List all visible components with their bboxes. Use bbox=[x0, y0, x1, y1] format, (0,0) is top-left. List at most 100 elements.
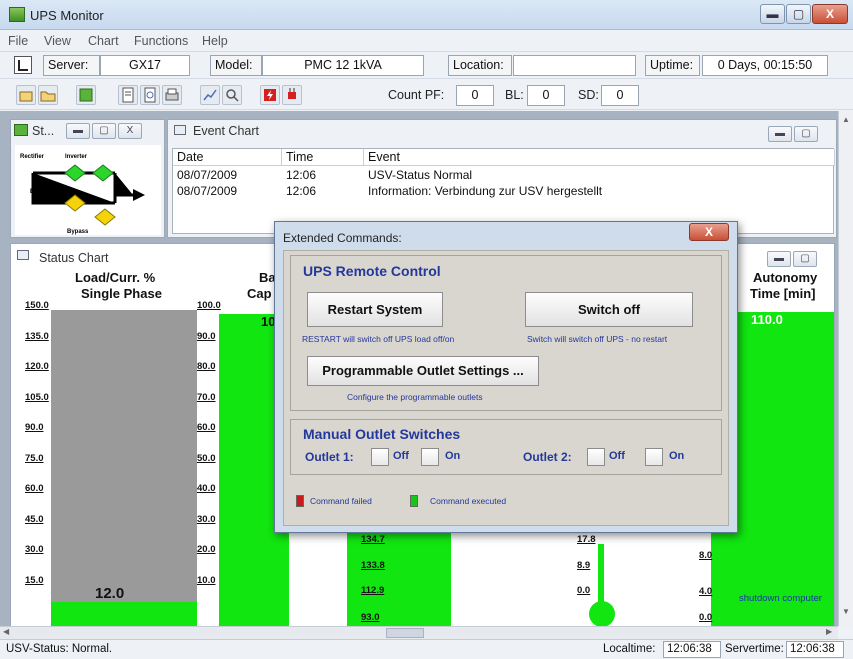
row-date: 08/07/2009 bbox=[177, 168, 238, 182]
axis-tick-label: 40.0 bbox=[197, 483, 216, 494]
column-event[interactable]: Event bbox=[364, 149, 835, 166]
axis-tick-label: 80.0 bbox=[197, 361, 216, 372]
count-pf-field: 0 bbox=[456, 85, 494, 106]
app-icon bbox=[9, 7, 25, 22]
command-executed-label: Command executed bbox=[430, 496, 507, 506]
plug-icon[interactable] bbox=[282, 85, 302, 105]
bypass-label: Bypass bbox=[67, 229, 89, 235]
menu-chart[interactable]: Chart bbox=[88, 34, 119, 48]
server-label: Server: bbox=[43, 55, 100, 76]
ups-icon bbox=[14, 124, 28, 136]
status-bar: USV-Status: Normal. Localtime: 12:06:38 … bbox=[0, 639, 853, 659]
close-button[interactable]: X bbox=[812, 4, 848, 24]
outlet2-on-button[interactable] bbox=[645, 448, 663, 466]
dialog-title: Extended Commands: bbox=[283, 231, 402, 245]
load-bar-bg bbox=[51, 310, 197, 628]
load-value: 12.0 bbox=[95, 585, 125, 602]
open-icon[interactable] bbox=[16, 85, 36, 105]
scroll-down-icon[interactable]: ▼ bbox=[842, 607, 850, 616]
row-event: USV-Status Normal bbox=[368, 168, 473, 182]
dialog-body: UPS Remote Control Restart System RESTAR… bbox=[283, 250, 729, 526]
print-icon[interactable] bbox=[162, 85, 182, 105]
remote-control-title: UPS Remote Control bbox=[303, 263, 441, 279]
panel-minimize-button[interactable]: ▬ bbox=[66, 123, 90, 139]
table-row[interactable]: 08/07/2009 12:06 USV-Status Normal bbox=[173, 167, 833, 183]
server-bar: Server: GX17 Model: PMC 12 1kVA Location… bbox=[0, 51, 853, 79]
command-failed-label: Command failed bbox=[310, 496, 372, 506]
vertical-scrollbar[interactable]: ▲ ▼ bbox=[838, 111, 853, 626]
outlet1-off-label: Off bbox=[393, 450, 409, 462]
location-field bbox=[513, 55, 636, 76]
axis-tick-label: 30.0 bbox=[25, 544, 44, 555]
column-date[interactable]: Date bbox=[173, 149, 282, 166]
graph-icon[interactable] bbox=[200, 85, 220, 105]
chart-minimize-button[interactable]: ▬ bbox=[767, 251, 791, 267]
temperature-bulb bbox=[589, 601, 615, 627]
ups-icon[interactable] bbox=[76, 85, 96, 105]
status-panel-title: St... bbox=[32, 124, 55, 138]
servertime-label: Servertime: bbox=[725, 643, 784, 655]
battery-label: Battery bbox=[30, 189, 51, 195]
maximize-button[interactable]: ▢ bbox=[786, 4, 811, 24]
horizontal-scroll-thumb[interactable] bbox=[386, 628, 424, 638]
load-axis: 150.0 135.0 120.0 105.0 90.0 75.0 60.0 45.0 30.0… bbox=[25, 300, 53, 620]
column-time[interactable]: Time bbox=[282, 149, 364, 166]
panel-maximize-button[interactable]: ▢ bbox=[92, 123, 116, 139]
location-label: Location: bbox=[448, 55, 512, 76]
voltage-tick: 93.0 bbox=[361, 612, 380, 623]
axis-tick-label: 100.0 bbox=[197, 300, 221, 311]
alarm-icon[interactable] bbox=[260, 85, 280, 105]
axis-tick-label: 20.0 bbox=[197, 544, 216, 555]
chart-maximize-button[interactable]: ▢ bbox=[793, 251, 817, 267]
event-chart-icon bbox=[174, 125, 186, 135]
menu-view[interactable]: View bbox=[44, 34, 71, 48]
outlet1-on-button[interactable] bbox=[421, 448, 439, 466]
menu-bar: File View Chart Functions Help bbox=[0, 31, 853, 51]
switch-off-button[interactable]: Switch off bbox=[525, 292, 693, 327]
menu-functions[interactable]: Functions bbox=[134, 34, 188, 48]
axis-tick-label: 150.0 bbox=[25, 300, 49, 311]
inverter-label: Inverter bbox=[65, 154, 88, 160]
voltage-tick: 112.9 bbox=[361, 585, 385, 596]
outlet2-off-button[interactable] bbox=[587, 448, 605, 466]
axis-tick-label: 60.0 bbox=[25, 483, 44, 494]
autonomy-value: 110.0 bbox=[751, 312, 783, 327]
autonomy-tick: 0.0 bbox=[699, 612, 713, 623]
axis-tick-label: 45.0 bbox=[25, 513, 44, 525]
dialog-close-button[interactable]: X bbox=[689, 223, 729, 241]
scroll-right-icon[interactable]: ▶ bbox=[826, 627, 832, 636]
outlet2-off-label: Off bbox=[609, 450, 625, 462]
panel-close-button[interactable]: X bbox=[118, 123, 142, 139]
load-sublabel: Single Phase bbox=[81, 286, 162, 301]
print-preview-icon[interactable] bbox=[140, 85, 160, 105]
menu-help[interactable]: Help bbox=[202, 34, 228, 48]
event-minimize-button[interactable]: ▬ bbox=[768, 126, 792, 142]
table-row[interactable]: 08/07/2009 12:06 Information: Verbindung… bbox=[173, 183, 833, 199]
restart-hint: RESTART will switch off UPS load off/on bbox=[302, 334, 455, 344]
scroll-up-icon[interactable]: ▲ bbox=[842, 115, 850, 124]
event-maximize-button[interactable]: ▢ bbox=[794, 126, 818, 142]
outlet1-off-button[interactable] bbox=[371, 448, 389, 466]
report-icon[interactable] bbox=[118, 85, 138, 105]
scroll-left-icon[interactable]: ◀ bbox=[3, 627, 9, 636]
autonomy-sublabel: Time [min] bbox=[750, 286, 816, 301]
search-icon[interactable] bbox=[222, 85, 242, 105]
programmable-outlet-settings-button[interactable]: Programmable Outlet Settings ... bbox=[307, 356, 539, 386]
folder-icon[interactable] bbox=[38, 85, 58, 105]
axis-tick-label: 90.0 bbox=[25, 422, 44, 433]
bl-field: 0 bbox=[527, 85, 565, 106]
minimize-button[interactable]: ▬ bbox=[760, 4, 785, 24]
ups-monitor-window: UPS Monitor ▬ ▢ X File View Chart Functi… bbox=[0, 0, 853, 659]
title-bar[interactable]: UPS Monitor ▬ ▢ X bbox=[0, 0, 853, 30]
axis-tick-label: 70.0 bbox=[197, 391, 216, 403]
shutdown-computer-label[interactable]: shutdown computer bbox=[739, 593, 822, 604]
sd-label: SD: bbox=[578, 88, 599, 102]
connection-icon[interactable] bbox=[14, 56, 32, 74]
horizontal-scrollbar[interactable]: ◀ ▶ bbox=[0, 626, 838, 639]
load-label: Load/Curr. % bbox=[75, 270, 156, 285]
menu-file[interactable]: File bbox=[8, 34, 28, 48]
axis-tick-label: 15.0 bbox=[25, 574, 44, 586]
temp-tick: 17.8 bbox=[577, 534, 596, 545]
axis-tick-label: 10.0 bbox=[197, 574, 216, 586]
restart-system-button[interactable]: Restart System bbox=[307, 292, 443, 327]
